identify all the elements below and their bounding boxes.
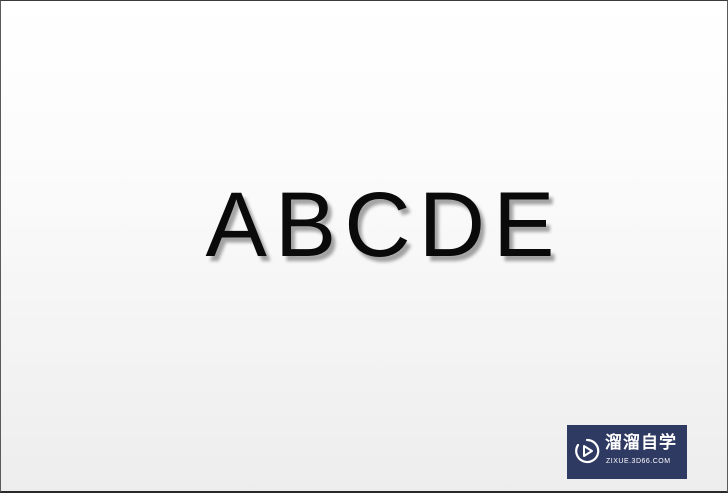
watermark-name: 溜溜自学 [605,433,677,453]
slide-canvas: ABCDE [0,0,728,493]
watermark-badge: 溜溜自学 ZIXUE.3D66.COM [567,425,687,479]
play-logo-icon [575,438,600,464]
watermark-url: ZIXUE.3D66.COM [606,458,671,465]
slide-title-text[interactable]: ABCDE [1,179,728,271]
